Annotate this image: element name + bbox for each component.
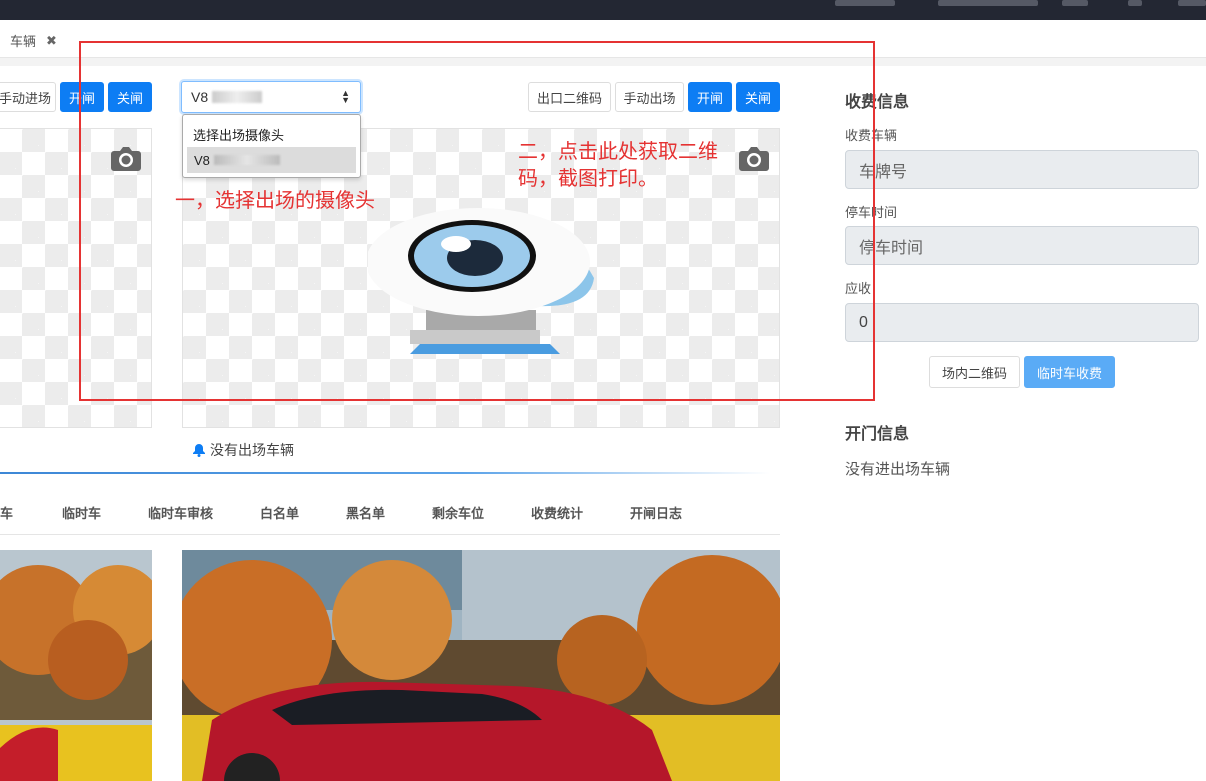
section-divider — [0, 472, 770, 474]
temporary-charge-button[interactable]: 临时车收费 — [1024, 356, 1115, 388]
annotation-step-2: 二，点击此处获取二维码，截图打印。 — [518, 141, 718, 190]
exit-qr-button[interactable]: 出口二维码 — [528, 82, 611, 112]
select-arrows-icon: ▲ ▼ — [341, 88, 350, 105]
entry-capture-photo — [0, 550, 152, 781]
redacted-text — [212, 91, 263, 103]
camera-icon[interactable] — [738, 146, 770, 172]
gate-info-text: 没有进出场车辆 — [845, 461, 951, 478]
entry-open-gate-button[interactable]: 开闸 — [60, 82, 104, 112]
content-separator — [0, 58, 1206, 66]
exit-camera-select[interactable]: V8 ▲ ▼ — [181, 81, 361, 113]
dropdown-option-label: V8 — [194, 152, 210, 168]
exit-open-gate-button[interactable]: 开闸 — [688, 82, 732, 112]
amount-due-field: 0 — [845, 303, 1199, 342]
exit-close-gate-button[interactable]: 关闸 — [736, 82, 780, 112]
tab-monthly-car[interactable]: 月租车 — [0, 503, 13, 522]
annotation-step-1: 一，选择出场的摄像头 — [175, 190, 375, 212]
bell-icon — [193, 444, 205, 457]
tab-gate-log[interactable]: 开闸日志 — [630, 503, 682, 522]
dropdown-option-camera[interactable]: V8 — [187, 147, 356, 173]
notice-text: 没有出场车辆 — [210, 442, 294, 458]
tab-blacklist[interactable]: 黑名单 — [346, 503, 385, 522]
tab-label: 车辆 — [10, 34, 37, 49]
plate-label: 收费车辆 — [845, 128, 898, 143]
tab-remaining-spaces[interactable]: 剩余车位 — [432, 503, 484, 522]
tab-whitelist[interactable]: 白名单 — [260, 503, 299, 522]
manual-exit-button[interactable]: 手动出场 — [615, 82, 684, 112]
amount-due-label: 应收 — [845, 281, 872, 296]
redacted-text — [213, 155, 280, 165]
plate-number-field: 车牌号 — [845, 150, 1199, 189]
gate-info-title: 开门信息 — [845, 426, 910, 443]
tab-fee-statistics[interactable]: 收费统计 — [531, 503, 583, 522]
exit-camera-dropdown: 选择出场摄像头 V8 — [182, 114, 361, 178]
tab-vehicles[interactable]: 车辆 ✖ — [10, 31, 57, 50]
tab-strip: 车辆 ✖ — [0, 20, 1206, 58]
exit-camera-select-value: V8 — [191, 89, 209, 105]
entry-close-gate-button[interactable]: 关闸 — [108, 82, 152, 112]
tab-temporary-car[interactable]: 临时车 — [62, 503, 101, 522]
exit-capture-photo — [182, 550, 780, 781]
manual-entry-button[interactable]: 手动进场 — [0, 82, 56, 112]
exit-status-notice: 没有出场车辆 — [192, 440, 294, 460]
top-navbar — [0, 0, 1206, 20]
close-icon[interactable]: ✖ — [46, 33, 57, 49]
dropdown-option-placeholder[interactable]: 选择出场摄像头 — [193, 125, 284, 144]
tab-temporary-review[interactable]: 临时车审核 — [148, 503, 213, 522]
parking-time-field: 停车时间 — [845, 226, 1199, 265]
webcam-placeholder-icon — [368, 208, 594, 354]
tabs-underline — [0, 534, 780, 535]
parking-time-label: 停车时间 — [845, 205, 898, 220]
fee-info-title: 收费信息 — [845, 94, 910, 111]
entry-camera-view — [0, 128, 152, 428]
inside-qr-button[interactable]: 场内二维码 — [929, 356, 1020, 388]
camera-icon[interactable] — [110, 146, 142, 172]
